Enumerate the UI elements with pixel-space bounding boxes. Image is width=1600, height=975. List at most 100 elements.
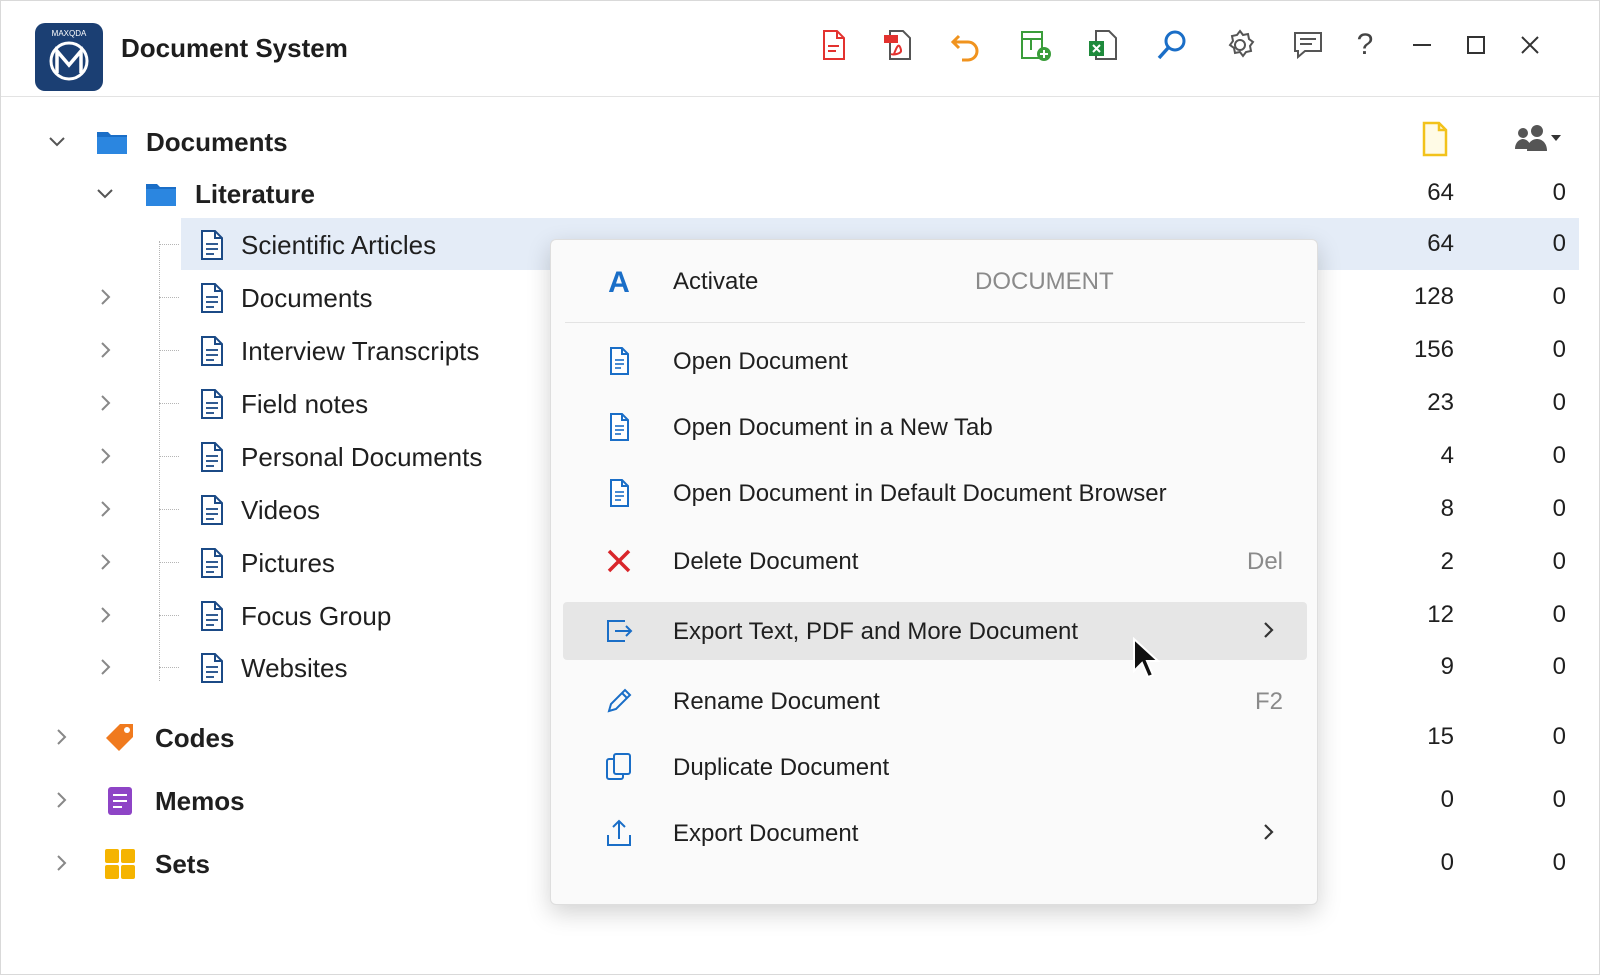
document-icon [603, 345, 635, 377]
tree-node-literature[interactable]: Literature 64 0 [1, 167, 1599, 219]
chevron-right-icon[interactable] [93, 497, 117, 521]
tree-guide-line [159, 244, 179, 245]
search-icon[interactable] [1152, 25, 1192, 65]
user-count: 0 [1552, 548, 1566, 575]
document-icon [194, 228, 228, 262]
tag-icon [103, 721, 137, 755]
memo-icon [103, 784, 137, 818]
submenu-chevron-icon [1257, 821, 1279, 843]
new-document-icon[interactable] [813, 25, 853, 65]
document-count: 128 [1413, 283, 1454, 310]
app-logo: MAXQDA [35, 23, 103, 91]
user-count: 0 [1552, 495, 1566, 522]
chevron-right-icon[interactable] [93, 285, 117, 309]
tree-node-label: Documents [146, 127, 288, 157]
document-count: 9 [1440, 653, 1454, 680]
chevron-right-icon[interactable] [49, 851, 73, 875]
user-count: 0 [1552, 601, 1566, 628]
minimize-icon[interactable] [1402, 25, 1442, 65]
menu-item-open-document[interactable]: Open Document [563, 332, 1307, 390]
sets-icon [103, 847, 137, 881]
tree-node-label: Pictures [241, 548, 335, 578]
title-bar: MAXQDA Document System ? [1, 1, 1599, 97]
menu-item-delete-document[interactable]: Delete Document Del [563, 532, 1307, 590]
document-count: 8 [1440, 495, 1454, 522]
chevron-right-icon[interactable] [93, 550, 117, 574]
document-icon [603, 477, 635, 509]
tree-node-label: Interview Transcripts [241, 336, 480, 366]
document-count: 2 [1440, 548, 1454, 575]
app-window: MAXQDA Document System ? Documents Liter… [0, 0, 1600, 975]
excel-export-icon[interactable] [1083, 25, 1123, 65]
document-icon [194, 599, 228, 633]
document-count: 23 [1427, 389, 1454, 416]
document-icon [603, 411, 635, 443]
menu-item-duplicate-document[interactable]: Duplicate Document [563, 738, 1307, 796]
chevron-down-icon[interactable] [93, 181, 117, 205]
document-count: 0 [1440, 786, 1454, 813]
menu-item-shortcut: F2 [1254, 688, 1283, 715]
chevron-right-icon[interactable] [93, 444, 117, 468]
tree-guide-line [159, 350, 179, 351]
gear-icon[interactable] [1220, 25, 1260, 65]
tree-node-label: Sets [155, 849, 210, 879]
tree-node-label: Documents [241, 283, 373, 313]
export-text-icon [603, 615, 635, 647]
document-count: 15 [1427, 723, 1454, 750]
close-icon[interactable] [1510, 25, 1550, 65]
user-count: 0 [1552, 230, 1566, 257]
pdf-export-icon[interactable] [878, 25, 918, 65]
menu-item-export-text-pdf[interactable]: Export Text, PDF and More Document [563, 602, 1307, 660]
add-table-icon[interactable] [1015, 25, 1055, 65]
comment-icon[interactable] [1288, 25, 1328, 65]
document-icon [194, 493, 228, 527]
chevron-right-icon[interactable] [93, 338, 117, 362]
user-count: 0 [1552, 283, 1566, 310]
context-menu: A Activate DOCUMENT Open Document Open Do… [550, 239, 1318, 905]
menu-item-label: Export Document [673, 820, 859, 847]
user-count: 0 [1552, 723, 1566, 750]
document-count: 0 [1440, 849, 1454, 876]
document-count: 4 [1440, 442, 1454, 469]
menu-item-activate[interactable]: A Activate DOCUMENT [563, 252, 1307, 310]
chevron-down-icon[interactable] [45, 129, 69, 153]
tree-node-label: Codes [155, 723, 235, 753]
menu-context-tag: DOCUMENT [975, 268, 1114, 295]
document-count: 64 [1427, 179, 1454, 206]
document-icon [194, 387, 228, 421]
maximize-icon[interactable] [1456, 25, 1496, 65]
tree-node-documents-root[interactable]: Documents [1, 115, 1599, 167]
menu-item-export-document[interactable]: Export Document [563, 804, 1307, 862]
undo-icon[interactable] [946, 25, 986, 65]
menu-item-label: Activate [673, 268, 759, 295]
user-count: 0 [1552, 653, 1566, 680]
chevron-right-icon[interactable] [93, 603, 117, 627]
folder-icon [144, 177, 178, 211]
chevron-right-icon[interactable] [93, 391, 117, 415]
user-count: 0 [1552, 336, 1566, 363]
menu-item-open-new-tab[interactable]: Open Document in a New Tab [563, 398, 1307, 456]
tree-node-label: Memos [155, 786, 245, 816]
menu-item-label: Export Text, PDF and More Document [673, 618, 1079, 645]
user-count: 0 [1552, 389, 1566, 416]
tree-guide-line [159, 403, 179, 404]
document-count: 64 [1427, 230, 1454, 257]
chevron-right-icon[interactable] [93, 655, 117, 679]
document-icon [194, 334, 228, 368]
document-icon [194, 546, 228, 580]
folder-icon [95, 125, 129, 159]
tree-node-label: Scientific Articles [241, 230, 437, 260]
tree-node-label: Websites [241, 653, 348, 683]
menu-item-open-default-browser[interactable]: Open Document in Default Document Browse… [563, 464, 1307, 522]
tree-guide-line [159, 615, 179, 616]
rename-pencil-icon [603, 685, 635, 717]
document-icon [194, 651, 228, 685]
menu-item-label: Duplicate Document [673, 754, 890, 781]
document-icon [194, 440, 228, 474]
duplicate-icon [603, 751, 635, 783]
help-icon[interactable]: ? [1345, 25, 1385, 65]
menu-item-rename-document[interactable]: Rename Document F2 [563, 672, 1307, 730]
chevron-right-icon[interactable] [49, 788, 73, 812]
chevron-right-icon[interactable] [49, 725, 73, 749]
tree-node-label: Field notes [241, 389, 369, 419]
